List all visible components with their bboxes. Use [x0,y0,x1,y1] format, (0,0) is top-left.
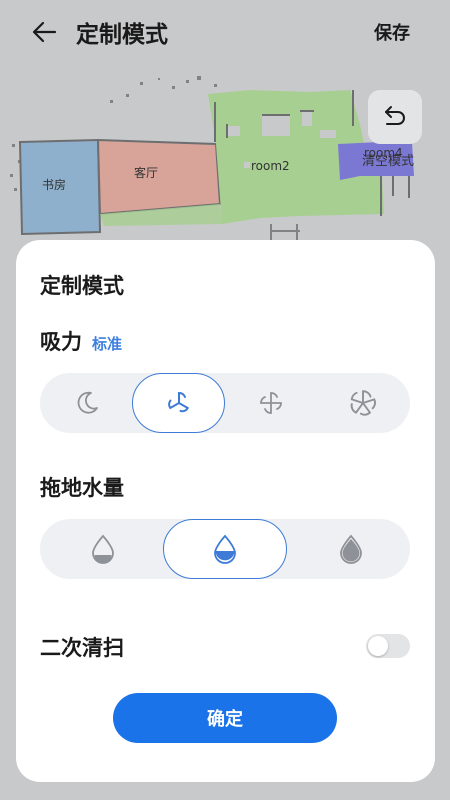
page-title: 定制模式 [76,22,168,48]
suction-option-standard[interactable] [132,373,225,433]
suction-row: 吸力 标准 [40,326,122,356]
moon-icon [77,391,98,414]
arrow-left-icon [32,21,57,43]
header: 定制模式 保存 [0,0,450,62]
room-living [96,138,222,216]
second-clean-row: 二次清扫 [40,632,410,662]
suction-selector [40,373,410,433]
second-clean-toggle[interactable] [366,634,410,658]
back-button[interactable] [26,14,62,50]
suction-option-strong[interactable] [232,373,310,433]
mop-option-medium[interactable] [163,519,287,579]
clear-mode-label: 清空模式 [362,154,415,169]
fan-max-icon [350,390,376,416]
toggle-knob [368,636,388,656]
confirm-button[interactable]: 确定 [113,693,337,743]
suction-option-quiet[interactable] [48,373,126,433]
water-drop-low-icon [91,534,114,564]
water-drop-high-icon [339,534,362,564]
suction-label: 吸力 [40,330,82,354]
undo-arrow-icon [385,106,405,125]
second-clean-label: 二次清扫 [40,636,124,660]
sheet-title: 定制模式 [40,274,124,298]
mop-water-label: 拖地水量 [40,476,124,500]
room-label-study: 书房 [42,178,67,192]
fan-standard-icon [167,392,189,413]
fan-strong-icon [260,392,282,414]
save-button[interactable]: 保存 [374,19,410,45]
water-drop-medium-icon [214,534,236,564]
room-label-living: 客厅 [134,166,159,180]
mop-water-selector [40,519,410,579]
mop-option-low[interactable] [50,519,155,579]
mop-option-high[interactable] [298,519,403,579]
clear-mode-button[interactable] [368,90,422,144]
suction-option-max[interactable] [324,373,402,433]
custom-mode-sheet: 定制模式 吸力 标准 拖地水量 二次清扫 确定 [16,240,435,782]
suction-value: 标准 [92,335,123,353]
room-label-room2: room2 [251,159,290,173]
